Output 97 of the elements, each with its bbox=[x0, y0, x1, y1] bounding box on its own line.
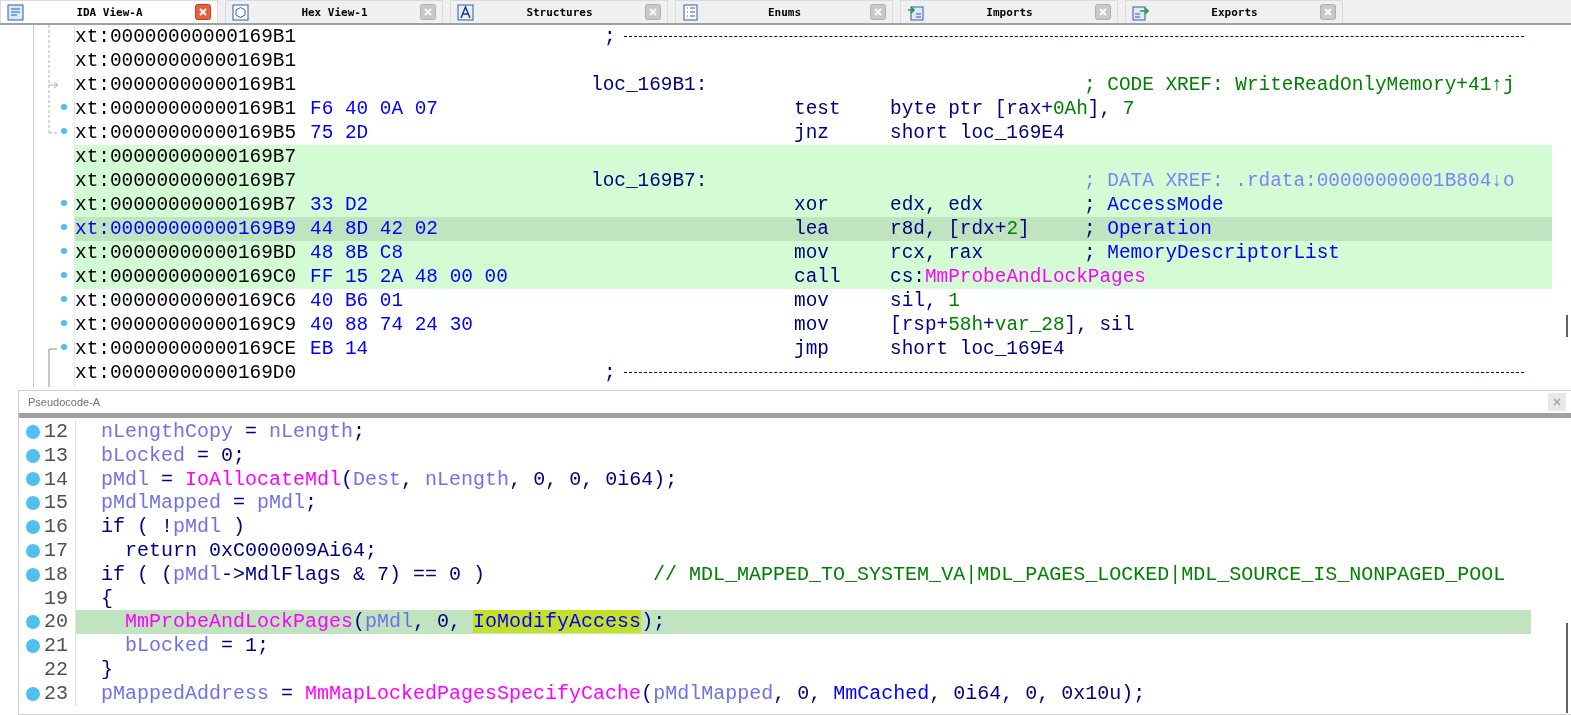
bytes-text: EB 14 bbox=[310, 338, 369, 360]
tab-icon bbox=[1132, 3, 1149, 21]
comment-text: ; AccessMode bbox=[1084, 193, 1224, 217]
operand-text: byte ptr [rax+0Ah], 7 bbox=[890, 98, 1135, 120]
scrollbar[interactable] bbox=[1566, 315, 1568, 337]
tab[interactable]: Enums bbox=[675, 0, 893, 23]
mnemonic-text: call bbox=[794, 266, 841, 288]
operand-text: short loc_169E4 bbox=[890, 338, 1065, 360]
code-line: { bbox=[101, 586, 113, 610]
line-number: 21 bbox=[44, 634, 68, 658]
code-line: pMdl = IoAllocateMdl(Dest, nLength, 0, 0, 0i64); bbox=[101, 467, 678, 491]
mnemonic-text: mov bbox=[794, 314, 829, 336]
line-number: 15 bbox=[44, 491, 68, 516]
address-text: xt:00000000000169BD bbox=[75, 242, 297, 264]
mnemonic-text: mov bbox=[794, 290, 829, 312]
label-text: loc_169B1: bbox=[591, 74, 708, 96]
tab[interactable]: Imports bbox=[900, 0, 1118, 23]
code-line: pMappedAddress = MmMapLockedPagesSpecifyCache(pMdlMapped, 0, MmCached, 0i64, 0, 0x10u); bbox=[101, 681, 1146, 705]
tab[interactable]: Hex View-1 bbox=[225, 0, 443, 23]
operand-text: short loc_169E4 bbox=[890, 122, 1065, 144]
close-icon[interactable] bbox=[1095, 4, 1111, 20]
comment-text: ; CODE XREF: WriteReadOnlyMemory+41↑j bbox=[1084, 73, 1515, 97]
code-line: } bbox=[101, 657, 113, 681]
operand-text: rcx, rax bbox=[890, 242, 984, 264]
mnemonic-text: mov bbox=[794, 242, 829, 264]
address-text: xt:00000000000169D0 bbox=[75, 362, 297, 384]
bytes-text: FF 15 2A 48 00 00 bbox=[310, 266, 508, 288]
line-number: 12 bbox=[44, 420, 68, 444]
line-number: 23 bbox=[44, 681, 68, 706]
mnemonic-text: jmp bbox=[794, 338, 829, 360]
line-number: 22 bbox=[44, 657, 68, 682]
mnemonic-text: lea bbox=[794, 218, 829, 240]
code-line: MmProbeAndLockPages(pMdl, 0, IoModifyAccess); bbox=[125, 610, 666, 634]
address-text: xt:00000000000169B7 bbox=[75, 194, 297, 216]
address-text: xt:00000000000169C9 bbox=[75, 314, 297, 336]
tab-icon bbox=[232, 3, 249, 21]
tab-icon bbox=[907, 3, 924, 21]
code-line: return 0xC000009Ai64; bbox=[125, 539, 378, 562]
line-number: 18 bbox=[44, 562, 68, 587]
line-number: 13 bbox=[44, 443, 68, 468]
tab[interactable]: Exports bbox=[1125, 0, 1343, 23]
tab[interactable]: Structures bbox=[450, 0, 668, 23]
address-text: xt:00000000000169C0 bbox=[75, 266, 297, 288]
address-text: xt:00000000000169B7 bbox=[75, 146, 297, 168]
code-line: pMdlMapped = pMdl; bbox=[101, 491, 318, 515]
address-text: xt:00000000000169C6 bbox=[75, 290, 297, 312]
close-icon[interactable] bbox=[870, 4, 886, 20]
line-number: 17 bbox=[44, 539, 68, 563]
address-text: xt:00000000000169B5 bbox=[75, 122, 297, 144]
close-icon[interactable] bbox=[195, 4, 211, 20]
tab[interactable]: IDA View-A bbox=[0, 0, 218, 23]
address-text: xt:00000000000169B7 bbox=[75, 170, 297, 192]
close-icon[interactable] bbox=[1320, 4, 1336, 20]
code-line: if ( (pMdl->MdlFlags & 7) == 0 ) bbox=[101, 562, 487, 587]
tab-icon bbox=[457, 3, 474, 21]
bytes-text: 33 D2 bbox=[310, 194, 369, 216]
operand-text: cs:MmProbeAndLockPages bbox=[890, 266, 1146, 288]
tab-icon bbox=[7, 3, 24, 21]
bytes-text: 75 2D bbox=[310, 122, 369, 144]
line-number: 14 bbox=[44, 467, 68, 492]
address-text: xt:00000000000169B1 bbox=[75, 74, 297, 96]
panel-title: Pseudocode-A bbox=[28, 396, 101, 408]
tab-icon bbox=[682, 3, 699, 21]
bytes-text: 44 8D 42 02 bbox=[310, 218, 438, 240]
code-comment: // MDL_MAPPED_TO_SYSTEM_VA|MDL_PAGES_LOCKED|MDL_SOURCE_IS_NONPAGED_POOL bbox=[653, 562, 1506, 586]
close-icon[interactable] bbox=[420, 4, 436, 20]
line-number: 20 bbox=[44, 610, 68, 635]
address-text: xt:00000000000169B9 bbox=[75, 218, 297, 240]
mnemonic-text: xor bbox=[794, 194, 829, 216]
code-line: bLocked = 0; bbox=[101, 443, 246, 467]
code-line: if ( !pMdl ) bbox=[101, 515, 246, 539]
bytes-text: F6 40 0A 07 bbox=[310, 98, 438, 120]
operand-text: sil, 1 bbox=[890, 290, 960, 312]
scrollbar[interactable] bbox=[1566, 623, 1568, 713]
comment-text: ; DATA XREF: .rdata:00000000001B804↓o bbox=[1084, 169, 1515, 193]
bytes-text: 40 B6 01 bbox=[310, 290, 404, 312]
bytes-text: 48 8B C8 bbox=[310, 242, 404, 264]
mnemonic-text: jnz bbox=[794, 122, 829, 144]
comment-text: ; Operation bbox=[1084, 217, 1212, 241]
operand-text: edx, edx bbox=[890, 194, 984, 216]
separator-comment: ; bbox=[604, 361, 616, 385]
line-number: 16 bbox=[44, 515, 68, 539]
address-text: xt:00000000000169CE bbox=[75, 338, 297, 360]
comment-text: ; MemoryDescriptorList bbox=[1084, 241, 1340, 265]
close-icon[interactable] bbox=[645, 4, 661, 20]
label-text: loc_169B7: bbox=[591, 170, 708, 192]
address-text: xt:00000000000169B1 bbox=[75, 50, 297, 72]
operand-text: r8d, [rdx+2] bbox=[890, 218, 1030, 240]
operand-text: [rsp+58h+var_28], sil bbox=[890, 314, 1135, 336]
line-number: 19 bbox=[44, 586, 68, 611]
code-line: nLengthCopy = nLength; bbox=[101, 420, 366, 443]
code-line: bLocked = 1; bbox=[125, 634, 270, 658]
bytes-text: 40 88 74 24 30 bbox=[310, 314, 473, 336]
address-text: xt:00000000000169B1 bbox=[75, 26, 297, 48]
address-text: xt:00000000000169B1 bbox=[75, 98, 297, 120]
mnemonic-text: test bbox=[794, 98, 841, 120]
separator-comment: ; bbox=[604, 25, 616, 49]
